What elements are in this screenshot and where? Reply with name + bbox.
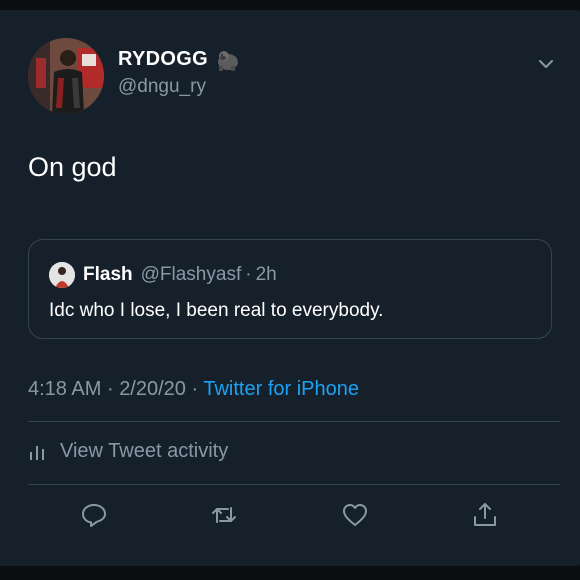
quoted-tweet[interactable]: Flash @Flashyasf · 2h Idc who I lose, I … [28,239,552,339]
like-button[interactable] [340,500,370,530]
divider [28,484,560,485]
like-icon [343,504,367,526]
quoted-display-name[interactable]: Flash [83,264,133,286]
share-icon [474,503,496,526]
avatar[interactable] [28,38,104,114]
meta-separator: · [106,378,114,400]
quoted-tweet-header: Flash @Flashyasf · 2h [49,262,277,288]
reply-icon [82,504,106,527]
quoted-tweet-text: Idc who I lose, I been real to everybody… [49,300,384,321]
tweet-date: 2/20/20 [119,378,186,400]
quoted-time: 2h [255,264,277,285]
divider [28,421,560,422]
quoted-handle[interactable]: @Flashyasf [141,264,242,286]
retweet-icon [212,507,236,523]
display-name[interactable]: RYDOGG [118,48,208,71]
quoted-avatar[interactable] [49,262,75,288]
tweet-card[interactable]: RYDOGG @dngu_ry On god Flash @Flashyasf … [0,10,580,566]
tweet-meta: 4:18 AM · 2/20/20 · Twitter for iPhone [28,378,359,401]
meta-separator: · [191,378,199,400]
quoted-avatar-image [49,262,75,288]
screenshot-frame: RYDOGG @dngu_ry On god Flash @Flashyasf … [0,0,580,580]
chevron-down-icon[interactable] [536,54,556,74]
tweet-text: On god [28,152,117,182]
tweet-time: 4:18 AM [28,378,102,400]
tweet-source-link[interactable]: Twitter for iPhone [203,378,359,400]
retweet-button[interactable] [209,500,239,530]
reply-button[interactable] [79,500,109,530]
gorilla-icon [217,50,238,71]
bottom-edge [0,566,580,580]
user-handle[interactable]: @dngu_ry [118,76,206,98]
share-button[interactable] [470,500,500,530]
activity-label: View Tweet activity [60,440,229,462]
avatar-image [28,38,104,114]
view-tweet-activity[interactable]: View Tweet activity [28,440,228,463]
activity-chart-icon [30,445,44,460]
display-name-row: RYDOGG [118,48,240,71]
quoted-separator: · [245,264,252,285]
